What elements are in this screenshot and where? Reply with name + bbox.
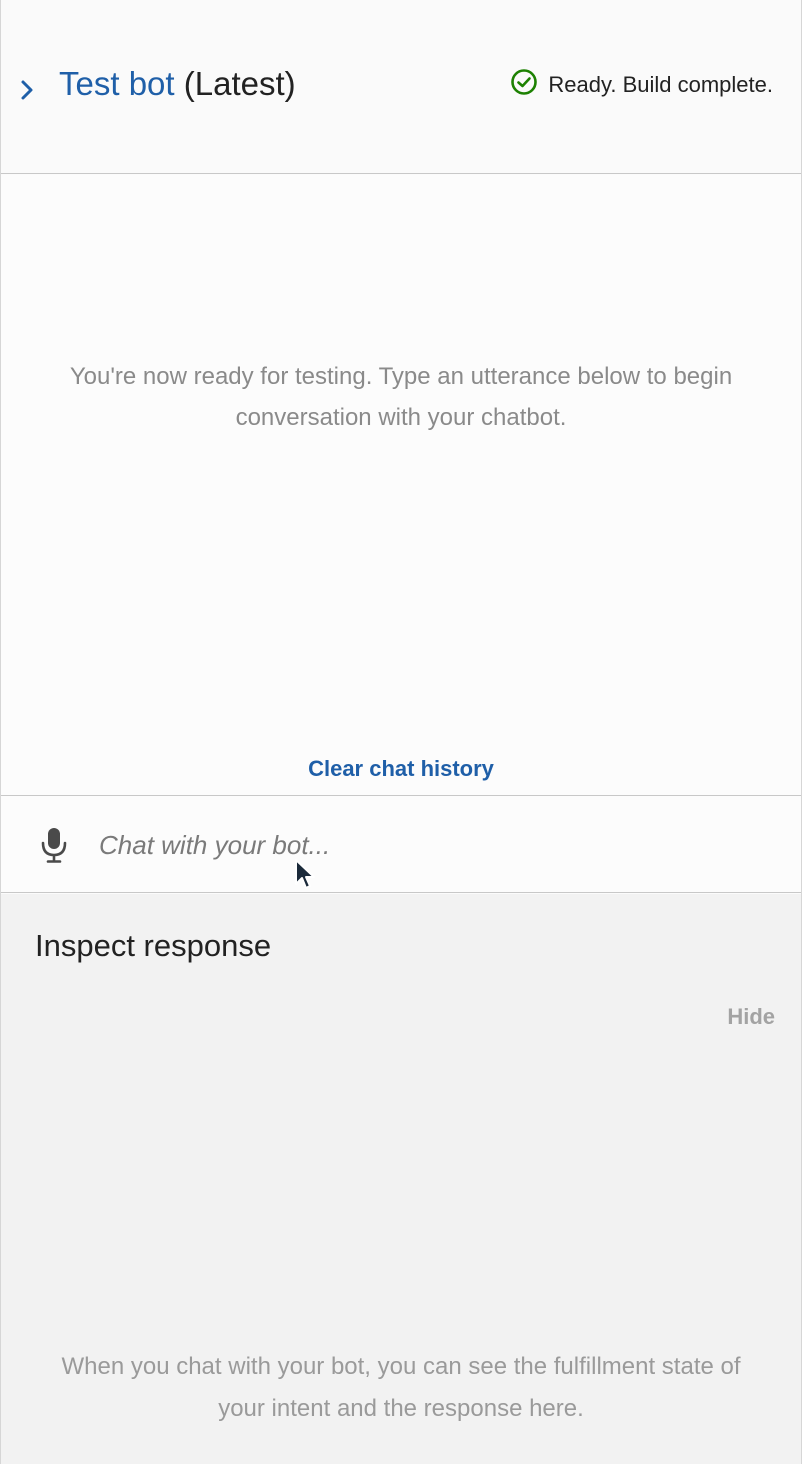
inspect-response-title: Inspect response — [35, 928, 272, 963]
chat-intro-text: You're now ready for testing. Type an ut… — [69, 363, 733, 431]
mouse-cursor-icon — [295, 859, 315, 889]
inspect-response-note: When you chat with your bot, you can see… — [61, 1353, 741, 1422]
chat-input[interactable] — [99, 820, 759, 870]
test-bot-panel: Test bot (Latest) Ready. Build complete.… — [0, 0, 802, 1464]
chevron-right-icon[interactable] — [17, 76, 37, 104]
hide-button[interactable]: Hide — [727, 1004, 775, 1030]
clear-chat-history-link[interactable]: Clear chat history — [1, 756, 801, 782]
chat-history-area — [1, 175, 801, 795]
microphone-icon[interactable] — [39, 826, 69, 864]
check-circle-icon — [510, 68, 538, 102]
status-text: Ready. Build complete. — [548, 72, 773, 97]
inspect-response-panel: Inspect response Hide When you chat with… — [1, 894, 801, 1464]
panel-header: Test bot (Latest) Ready. Build complete. — [1, 0, 801, 174]
build-status: Ready. Build complete. — [510, 68, 773, 102]
test-bot-link[interactable]: Test bot — [59, 65, 175, 102]
title-version: (Latest) — [183, 65, 296, 102]
panel-title: Test bot (Latest) — [59, 64, 296, 104]
chat-input-row — [1, 795, 801, 893]
